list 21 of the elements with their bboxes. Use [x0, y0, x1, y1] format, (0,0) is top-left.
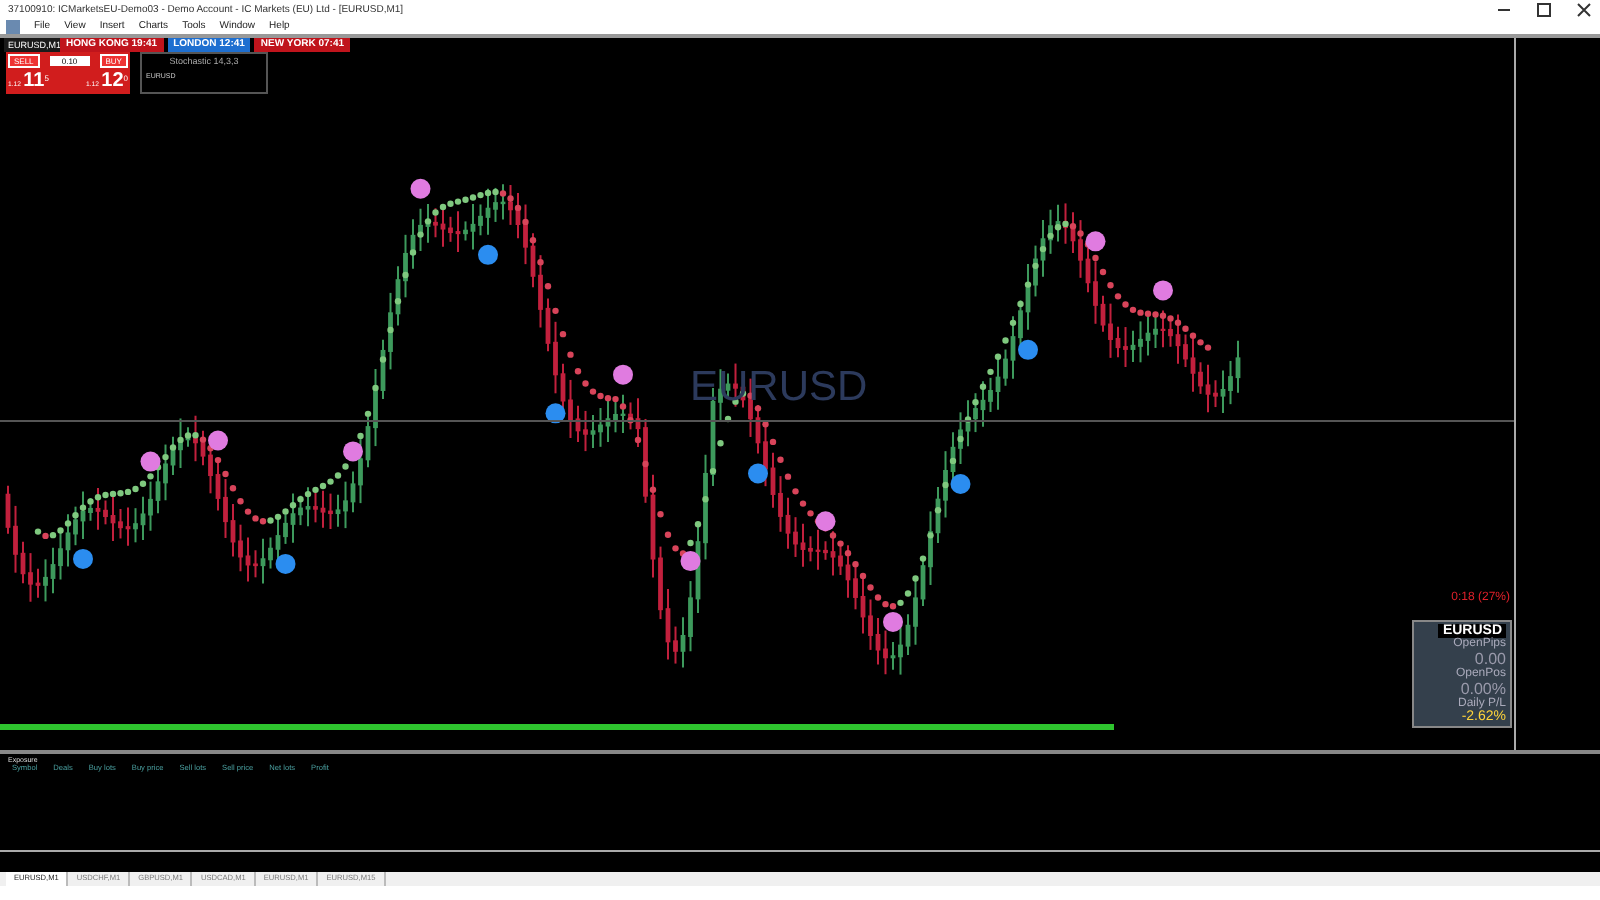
- signal-dot: [1153, 280, 1173, 301]
- signal-dot: [343, 441, 363, 462]
- app-icon: [6, 19, 20, 33]
- signal-dot: [73, 548, 93, 569]
- info-value: 0.00: [1474, 650, 1506, 668]
- signal-dot: [883, 611, 903, 632]
- signal-dot: [815, 511, 836, 532]
- signal-dot: [748, 463, 768, 484]
- signal-dot: [478, 244, 498, 265]
- close-icon[interactable]: [1576, 1, 1592, 17]
- info-value: 0.00%: [1460, 680, 1506, 698]
- signal-dot: [613, 364, 633, 385]
- maximize-icon[interactable]: [1536, 1, 1552, 17]
- signal-dot: [275, 553, 296, 574]
- signal-dot: [140, 451, 161, 472]
- signal-dot: [1018, 339, 1038, 360]
- signal-dot: [950, 474, 971, 494]
- signal-dot: [410, 178, 431, 199]
- signal-dot: [208, 430, 228, 451]
- signal-dot: [1085, 231, 1106, 252]
- signal-dot: [680, 551, 701, 572]
